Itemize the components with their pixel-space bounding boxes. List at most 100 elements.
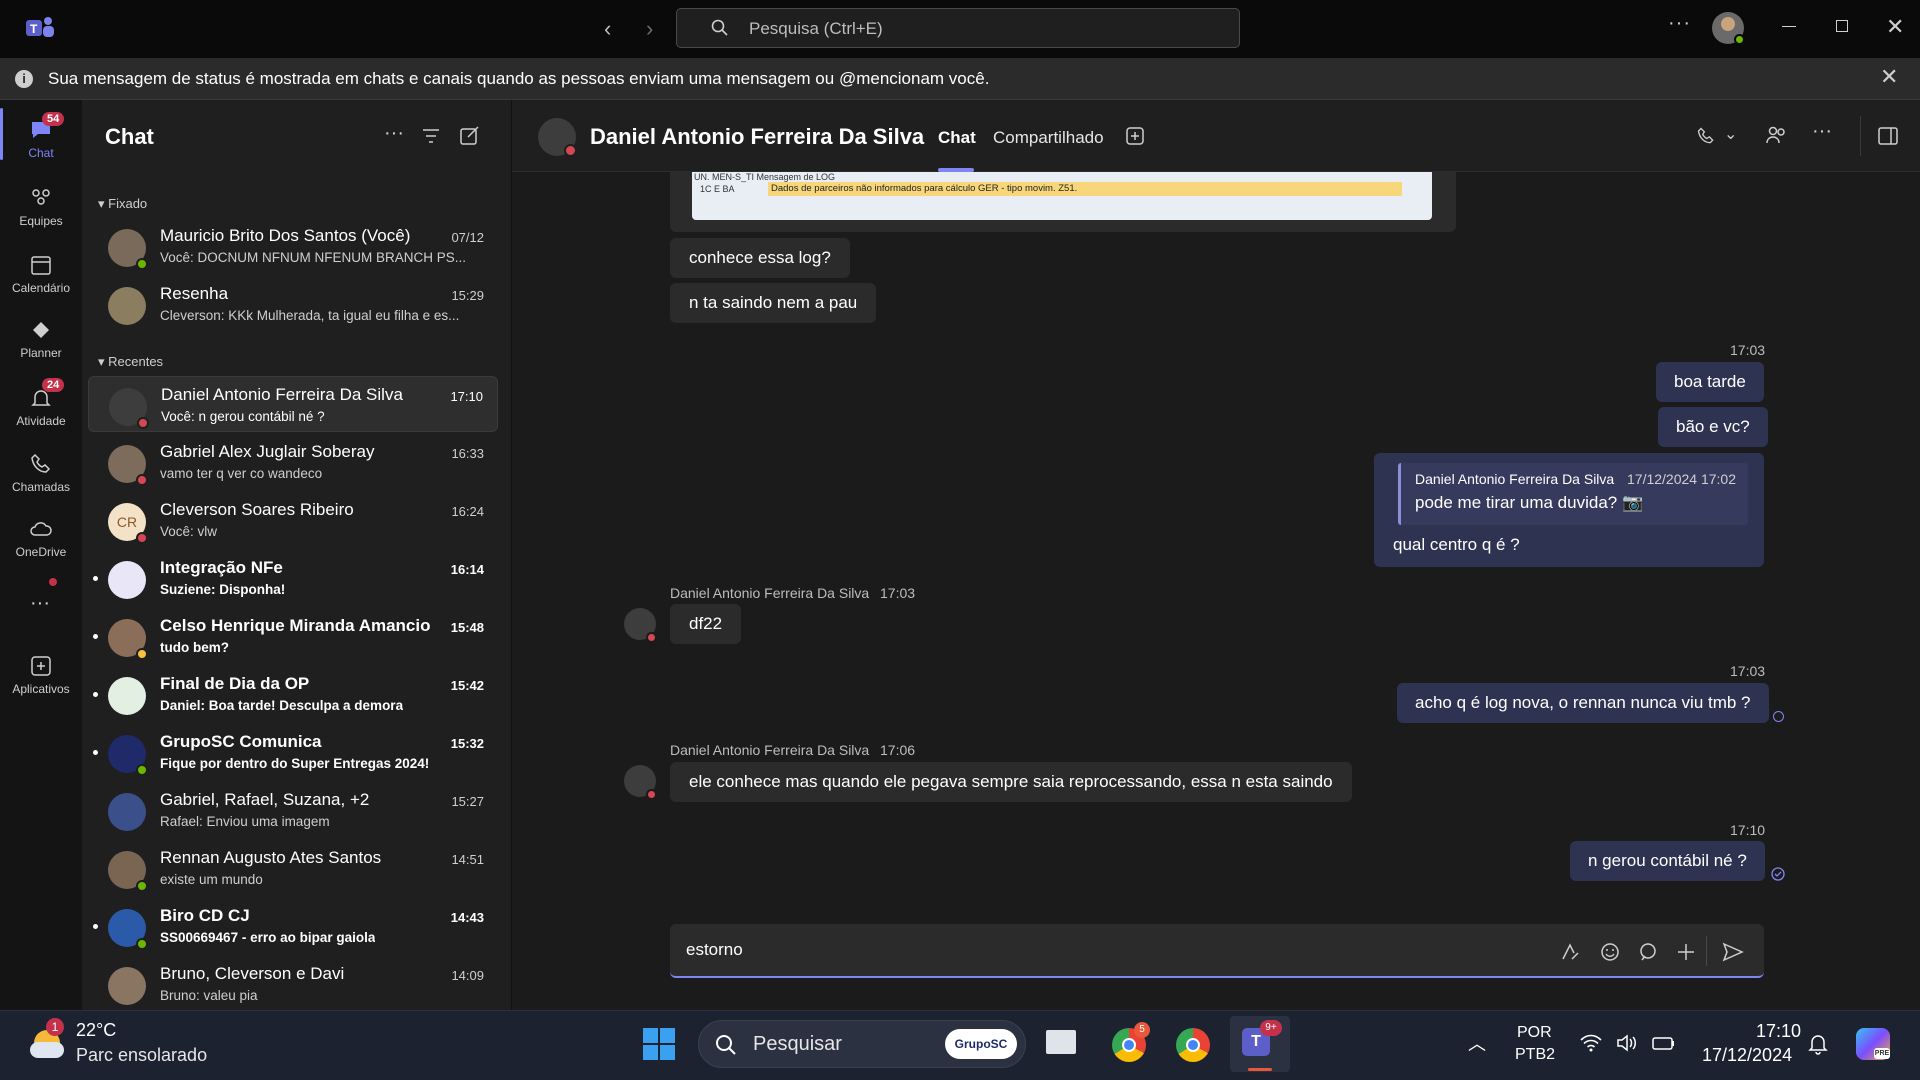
message-outgoing[interactable]: boa tarde (1656, 362, 1764, 402)
conversation-more-icon[interactable]: ··· (1812, 120, 1832, 143)
side-panel-icon[interactable] (1878, 127, 1898, 145)
back-icon[interactable]: ‹ (604, 16, 611, 42)
loop-icon[interactable] (1638, 942, 1658, 962)
chat-row-recent-10[interactable]: Bruno, Cleverson e Davi Bruno: valeu pia… (88, 956, 498, 1012)
message-outgoing[interactable]: n gerou contábil né ? (1570, 841, 1765, 881)
notifications-bell-icon[interactable] (1808, 1033, 1828, 1055)
notification-dot (49, 578, 57, 586)
chat-row-recent-8[interactable]: Rennan Augusto Ates Santos existe um mun… (88, 840, 498, 896)
message-outgoing-with-quote[interactable]: Daniel Antonio Ferreira Da Silva 17/12/2… (1374, 453, 1764, 567)
attach-plus-icon[interactable] (1676, 942, 1696, 962)
chat-row-recent-7[interactable]: Gabriel, Rafael, Suzana, +2 Rafael: Envi… (88, 782, 498, 838)
composer-input[interactable]: estorno (686, 940, 743, 960)
chat-row-recent-6[interactable]: GrupoSC Comunica Fique por dentro do Sup… (88, 724, 498, 780)
restore-icon[interactable] (1836, 20, 1848, 32)
screenshot-image[interactable]: UN. MEN-S_TI Mensagem de LOG 1C E BA Dad… (692, 172, 1432, 220)
language-2[interactable]: PTB2 (1515, 1046, 1555, 1064)
dismiss-banner-icon[interactable]: ✕ (1880, 64, 1898, 90)
active-app-indicator (1248, 1068, 1272, 1071)
message-outgoing[interactable]: acho q é log nova, o rennan nunca viu tm… (1397, 683, 1769, 723)
search-input[interactable]: Pesquisa (Ctrl+E) (676, 8, 1240, 48)
message-outgoing[interactable]: bão e vc? (1658, 407, 1768, 447)
battery-icon[interactable] (1652, 1034, 1676, 1052)
rail-item-activity[interactable]: 24 Atividade (0, 374, 82, 436)
tray-overflow-chevron-icon[interactable]: ︿ (1468, 1030, 1486, 1056)
chat-row-recent-4[interactable]: Celso Henrique Miranda Amancio tudo bem?… (88, 608, 498, 664)
add-tab-icon[interactable] (1126, 127, 1144, 145)
unread-dot (93, 576, 98, 581)
more-apps-icon[interactable]: ··· (30, 592, 50, 615)
rail-item-teams[interactable]: Equipes (0, 174, 82, 236)
chat-row-recent-0[interactable]: Daniel Antonio Ferreira Da Silva Você: n… (88, 376, 498, 432)
tab-shared[interactable]: Compartilhado (993, 128, 1104, 148)
rail-item-calls[interactable]: Chamadas (0, 440, 82, 502)
rail-item-chat[interactable]: 54 Chat (0, 106, 82, 168)
chat-row-recent-1[interactable]: Gabriel Alex Juglair Soberay vamo ter q … (88, 434, 498, 490)
chat-more-icon[interactable]: ··· (384, 122, 404, 145)
image-message-card[interactable]: UN. MEN-S_TI Mensagem de LOG 1C E BA Dad… (670, 172, 1456, 232)
call-icon[interactable] (1696, 126, 1716, 146)
section-recent[interactable]: ▾ Recentes (98, 354, 163, 370)
quoted-message[interactable]: Daniel Antonio Ferreira Da Silva 17/12/2… (1398, 463, 1748, 525)
clock-date[interactable]: 17/12/2024 (1702, 1045, 1792, 1066)
forward-icon[interactable]: › (646, 16, 653, 42)
copilot-icon[interactable]: PRE (1856, 1028, 1890, 1060)
chat-preview: SS00669467 - erro ao bipar gaiola (160, 930, 376, 945)
message-incoming[interactable]: conhece essa log? (670, 238, 850, 278)
add-people-icon[interactable] (1766, 126, 1788, 146)
message-composer[interactable]: estorno (670, 924, 1764, 978)
emoji-icon[interactable] (1600, 942, 1620, 962)
task-view-icon[interactable] (1046, 1030, 1076, 1054)
chat-row-recent-9[interactable]: Biro CD CJ SS00669467 - erro ao bipar ga… (88, 898, 498, 954)
sender-name: Daniel Antonio Ferreira Da Silva (670, 585, 870, 601)
gruposc-chip[interactable]: GrupoSC (945, 1029, 1017, 1059)
weather-widget[interactable]: 1 (28, 1018, 68, 1064)
search-icon (716, 1035, 736, 1055)
chevron-down-icon: ▾ (98, 354, 109, 369)
format-icon[interactable] (1560, 942, 1580, 962)
image-caption-2: 1C E BA (700, 184, 735, 194)
rail-item-calendar[interactable]: Calendário (0, 241, 82, 303)
chat-preview: Cleverson: KKk Mulherada, ta igual eu fi… (160, 308, 460, 323)
minimize-icon[interactable] (1782, 26, 1796, 27)
rail-item-apps[interactable]: Aplicativos (0, 642, 82, 704)
close-window-icon[interactable]: ✕ (1886, 14, 1904, 40)
new-chat-icon[interactable] (460, 126, 480, 146)
more-options-icon[interactable]: ··· (1668, 12, 1691, 35)
taskbar-search[interactable]: Pesquisar GrupoSC (698, 1020, 1026, 1068)
message-incoming[interactable]: n ta saindo nem a pau (670, 283, 877, 323)
chat-preview: Rafael: Enviou uma imagem (160, 814, 330, 829)
chrome-profile-icon[interactable] (1176, 1028, 1210, 1062)
weather-temp: 22°C (76, 1020, 117, 1040)
filter-icon[interactable] (422, 128, 440, 144)
chat-list-title: Chat (105, 124, 154, 149)
rail-item-onedrive[interactable]: OneDrive (0, 505, 82, 567)
chat-row-pinned-1[interactable]: Resenha Cleverson: KKk Mulherada, ta igu… (88, 276, 498, 332)
message-incoming[interactable]: ele conhece mas quando ele pegava sempre… (670, 762, 1352, 802)
chat-preview: tudo bem? (160, 640, 229, 655)
section-pinned-label: Fixado (108, 196, 148, 211)
wifi-icon[interactable] (1580, 1034, 1602, 1052)
user-avatar[interactable] (1712, 12, 1745, 45)
chat-row-recent-3[interactable]: Integração NFe Suziene: Disponha! 16:14 (88, 550, 498, 606)
language-1[interactable]: POR (1517, 1024, 1552, 1042)
windows-start-icon[interactable] (642, 1027, 676, 1061)
teams-taskbar-button[interactable]: T 9+ (1230, 1016, 1290, 1072)
info-icon: i (15, 70, 33, 88)
message-incoming[interactable]: df22 (670, 604, 742, 644)
chrome-icon[interactable]: 5 (1112, 1022, 1150, 1062)
chat-preview: vamo ter q ver co wandeco (160, 466, 323, 481)
chat-name: Integração NFe (160, 558, 283, 577)
teams-icon (32, 189, 50, 205)
chat-row-recent-2[interactable]: CR Cleverson Soares Ribeiro Você: vlw 16… (88, 492, 498, 548)
section-pinned[interactable]: ▾ Fixado (98, 196, 147, 212)
presence-available-icon (136, 938, 148, 950)
call-dropdown-chevron-icon[interactable]: ⌄ (1724, 124, 1737, 144)
tab-chat[interactable]: Chat (938, 128, 976, 148)
clock-time[interactable]: 17:10 (1756, 1021, 1801, 1042)
chat-row-pinned-0[interactable]: Mauricio Brito Dos Santos (Você) Você: D… (88, 218, 498, 274)
rail-item-planner[interactable]: Planner (0, 306, 82, 368)
send-icon[interactable] (1722, 942, 1744, 962)
chat-row-recent-5[interactable]: Final de Dia da OP Daniel: Boa tarde! De… (88, 666, 498, 722)
volume-icon[interactable] (1616, 1034, 1638, 1052)
